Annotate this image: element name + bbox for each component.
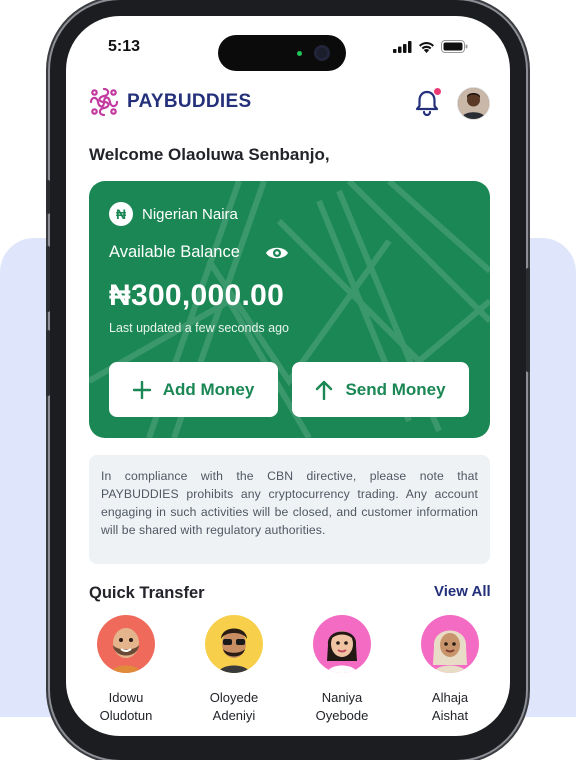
balance-amount: ₦300,000.00 [109, 279, 285, 312]
brand-name: PAYBUDDIES [127, 91, 252, 112]
add-money-label: Add Money [162, 379, 255, 399]
send-money-label: Send Money [345, 379, 446, 399]
mute-switch [46, 180, 50, 214]
contact-first-name: Alhaja [431, 690, 469, 705]
contact-item[interactable]: Idowu Oludotun [81, 615, 171, 725]
arrow-up-icon [316, 380, 333, 400]
contact-first-name: Naniya [321, 690, 363, 705]
last-updated-text: Last updated a few seconds ago [109, 321, 289, 335]
volume-down-button [46, 330, 50, 396]
contact-last-name: Oyebode [315, 708, 369, 723]
notifications-button[interactable] [414, 88, 442, 118]
contact-last-name: Oludotun [99, 708, 153, 723]
contact-avatar [205, 615, 263, 673]
status-bar: 5:13 [66, 16, 510, 76]
contact-first-name: Oloyede [209, 690, 259, 705]
status-icons [393, 40, 468, 53]
compliance-notice: In compliance with the CBN directive, pl… [89, 455, 490, 564]
cellular-signal-icon [393, 40, 412, 53]
app-header: PAYBUDDIES [88, 86, 490, 126]
eye-icon[interactable] [265, 243, 289, 263]
contact-avatar [313, 615, 371, 673]
memoji-bald-bearded-icon [111, 628, 141, 673]
power-button [526, 268, 530, 372]
plus-icon [132, 380, 151, 399]
volume-up-button [46, 246, 50, 312]
privacy-indicator [297, 51, 302, 56]
memoji-hijab-icon [433, 630, 467, 673]
memoji-sunglasses-icon [218, 628, 250, 673]
contact-item[interactable]: Alhaja Aishat [405, 615, 495, 725]
phone-screen: 5:13 PAYBUDDIES Welcome Olaoluwa Senbanj… [66, 16, 510, 736]
dynamic-island [218, 35, 346, 71]
status-time: 5:13 [108, 38, 141, 55]
contact-last-name: Adeniyi [212, 708, 256, 723]
available-balance-label: Available Balance [109, 243, 240, 261]
naira-currency-icon: ₦ [109, 202, 133, 226]
balance-card: ₦ Nigerian Naira Available Balance ₦300,… [89, 181, 490, 438]
user-photo-icon [458, 88, 489, 119]
contact-first-name: Idowu [108, 690, 144, 705]
quick-transfer-title: Quick Transfer [89, 584, 205, 602]
view-all-link[interactable]: View All [434, 583, 491, 600]
add-money-button[interactable]: Add Money [109, 362, 278, 417]
currency-name: Nigerian Naira [142, 206, 238, 223]
front-camera [314, 45, 330, 61]
knot-logo-icon[interactable] [88, 86, 120, 118]
contact-item[interactable]: Naniya Oyebode [297, 615, 387, 725]
wifi-icon [419, 41, 434, 53]
memoji-woman-dark-hair-icon [327, 631, 357, 673]
battery-icon [441, 40, 468, 53]
contact-avatar [97, 615, 155, 673]
contact-item[interactable]: Oloyede Adeniyi [189, 615, 279, 725]
welcome-text: Welcome Olaoluwa Senbanjo, [89, 145, 330, 164]
send-money-button[interactable]: Send Money [292, 362, 469, 417]
contact-avatar [421, 615, 479, 673]
profile-avatar[interactable] [457, 87, 490, 120]
notification-dot [434, 88, 441, 95]
contact-last-name: Aishat [431, 708, 469, 723]
